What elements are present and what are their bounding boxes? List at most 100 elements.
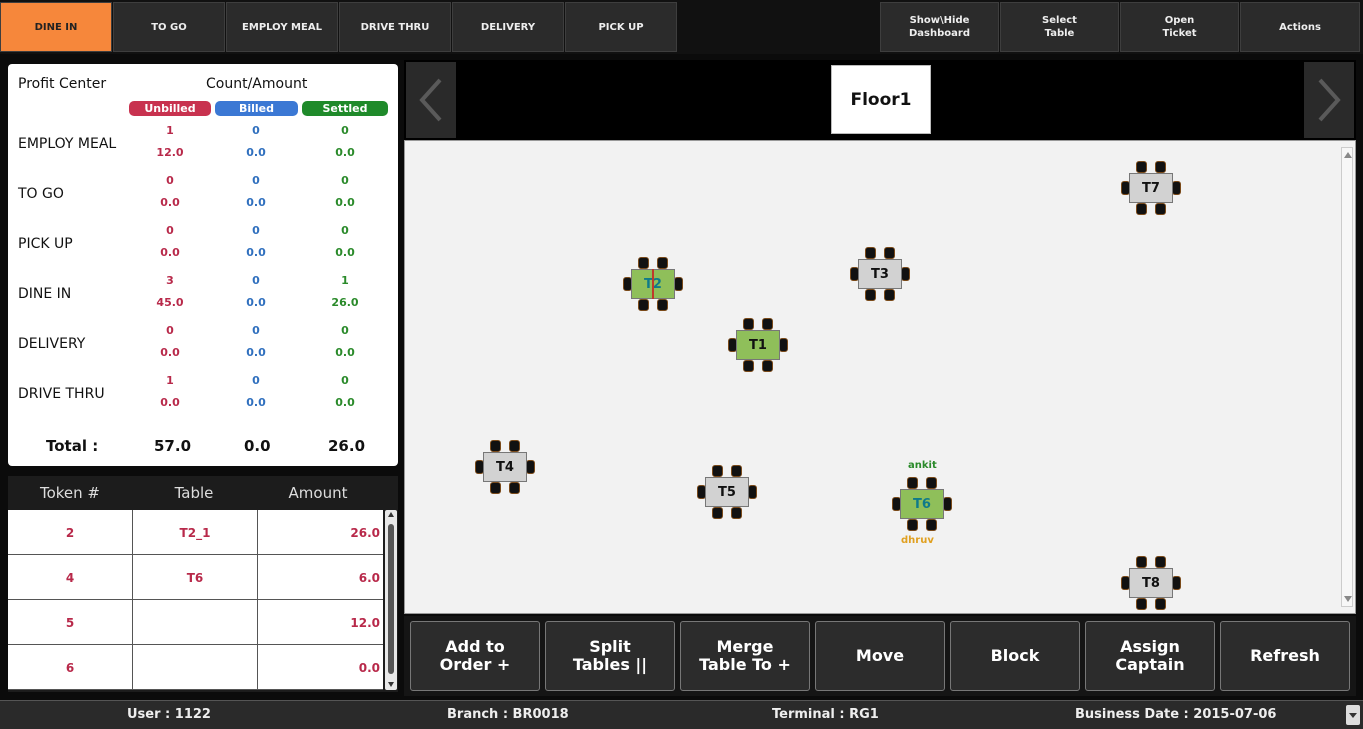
settled-count: 0 [341, 224, 349, 237]
chair-icon [712, 507, 723, 519]
chair-icon [779, 338, 788, 352]
billed-amount: 0.0 [246, 296, 266, 309]
actions-button[interactable]: Actions [1240, 2, 1360, 52]
table-t5[interactable]: T5 [697, 465, 757, 519]
amount-cell: 0.0 [358, 660, 380, 675]
chair-icon [748, 485, 757, 499]
table-t4[interactable]: T4 [475, 440, 535, 494]
table-label: T1 [736, 330, 780, 360]
tab-to-go[interactable]: TO GO [113, 2, 225, 52]
table-cell: T6 [133, 555, 258, 600]
settled-count: 0 [341, 324, 349, 337]
move-button[interactable]: Move [815, 621, 945, 691]
floor-name[interactable]: Floor1 [831, 65, 931, 134]
table-row[interactable]: 2 T2_1 26.0 [8, 510, 383, 555]
tab-pick-up[interactable]: PICK UP [565, 2, 677, 52]
unbilled-badge: Unbilled [129, 101, 211, 116]
table-label: T5 [705, 477, 749, 507]
chair-icon [509, 482, 520, 494]
chair-icon [743, 318, 754, 330]
chair-icon [490, 440, 501, 452]
table-column-header: Table [174, 484, 214, 502]
assign-captain-button[interactable]: Assign Captain [1085, 621, 1215, 691]
pc-name-dine-in: DINE IN [18, 286, 72, 302]
show-hide-dashboard-button[interactable]: Show\Hide Dashboard [880, 2, 999, 52]
total-settled: 26.0 [328, 437, 366, 455]
table-t2[interactable]: T2 [623, 257, 683, 311]
settled-badge: Settled [302, 101, 388, 116]
chair-icon [526, 460, 535, 474]
token-column-header: Token # [39, 484, 100, 502]
pc-name-drive-thru: DRIVE THRU [18, 386, 105, 402]
billed-count: 0 [252, 374, 260, 387]
open-ticket-button[interactable]: Open Ticket [1120, 2, 1239, 52]
chair-icon [907, 519, 918, 531]
settled-amount: 0.0 [335, 146, 355, 159]
settled-amount: 0.0 [335, 396, 355, 409]
unbilled-count: 0 [166, 174, 174, 187]
chair-icon [901, 267, 910, 281]
status-menu-button[interactable] [1346, 705, 1360, 725]
pc-name-employ-meal: EMPLOY MEAL [18, 136, 117, 152]
unbilled-amount: 0.0 [160, 346, 180, 359]
token-list-scrollbar[interactable] [385, 510, 397, 690]
chair-icon [1136, 161, 1147, 173]
select-table-button[interactable]: Select Table [1000, 2, 1119, 52]
settled-amount: 0.0 [335, 346, 355, 359]
user-info: User : 1122 [127, 707, 211, 722]
settled-count: 0 [341, 124, 349, 137]
merge-table-button[interactable]: Merge Table To + [680, 621, 810, 691]
token-cell: 2 [8, 510, 133, 555]
captain-tag-ankit: ankit [908, 460, 937, 471]
floor-scrollbar[interactable] [1341, 147, 1353, 607]
terminal-info: Terminal : RG1 [772, 707, 879, 722]
unbilled-amount: 45.0 [156, 296, 184, 309]
tab-employ-meal[interactable]: EMPLOY MEAL [226, 2, 338, 52]
chair-icon [509, 440, 520, 452]
chair-icon [712, 465, 723, 477]
add-to-order-button[interactable]: Add to Order + [410, 621, 540, 691]
unbilled-count: 3 [166, 274, 174, 287]
billed-count: 0 [252, 124, 260, 137]
chair-icon [638, 299, 649, 311]
token-cell: 5 [8, 600, 133, 645]
scrollbar-arrows-icon [1344, 152, 1352, 602]
chair-icon [1155, 556, 1166, 568]
table-t6[interactable]: T6 [892, 477, 952, 531]
billed-amount: 0.0 [246, 396, 266, 409]
chair-icon [731, 507, 742, 519]
unbilled-count: 0 [166, 324, 174, 337]
unbilled-count: 1 [166, 124, 174, 137]
table-t3[interactable]: T3 [850, 247, 910, 301]
billed-count: 0 [252, 174, 260, 187]
split-tables-button[interactable]: Split Tables || [545, 621, 675, 691]
table-label: T7 [1129, 173, 1173, 203]
tab-drive-thru[interactable]: DRIVE THRU [339, 2, 451, 52]
split-divider [652, 269, 654, 299]
table-row[interactable]: 5 12.0 [8, 600, 383, 645]
chair-icon [865, 247, 876, 259]
previous-floor-button[interactable] [406, 62, 456, 138]
table-row[interactable]: 6 0.0 [8, 645, 383, 690]
chair-icon [743, 360, 754, 372]
table-cell [133, 600, 258, 645]
total-label: Total : [46, 437, 99, 455]
pc-name-to-go: TO GO [18, 186, 64, 202]
tab-dine-in[interactable]: DINE IN [0, 2, 112, 52]
chair-icon [1155, 598, 1166, 610]
token-table: Token # Table Amount 2 T2_1 26.0 4 T6 6.… [8, 476, 398, 692]
chair-icon [1155, 161, 1166, 173]
settled-amount: 0.0 [335, 196, 355, 209]
tab-delivery[interactable]: DELIVERY [452, 2, 564, 52]
chair-icon [638, 257, 649, 269]
table-row[interactable]: 4 T6 6.0 [8, 555, 383, 600]
branch-info: Branch : BR0018 [447, 707, 569, 722]
unbilled-count: 1 [166, 374, 174, 387]
chevron-right-icon [1318, 78, 1341, 122]
next-floor-button[interactable] [1304, 62, 1354, 138]
block-button[interactable]: Block [950, 621, 1080, 691]
table-t1[interactable]: T1 [728, 318, 788, 372]
table-t8[interactable]: T8 [1121, 556, 1181, 610]
refresh-button[interactable]: Refresh [1220, 621, 1350, 691]
table-t7[interactable]: T7 [1121, 161, 1181, 215]
